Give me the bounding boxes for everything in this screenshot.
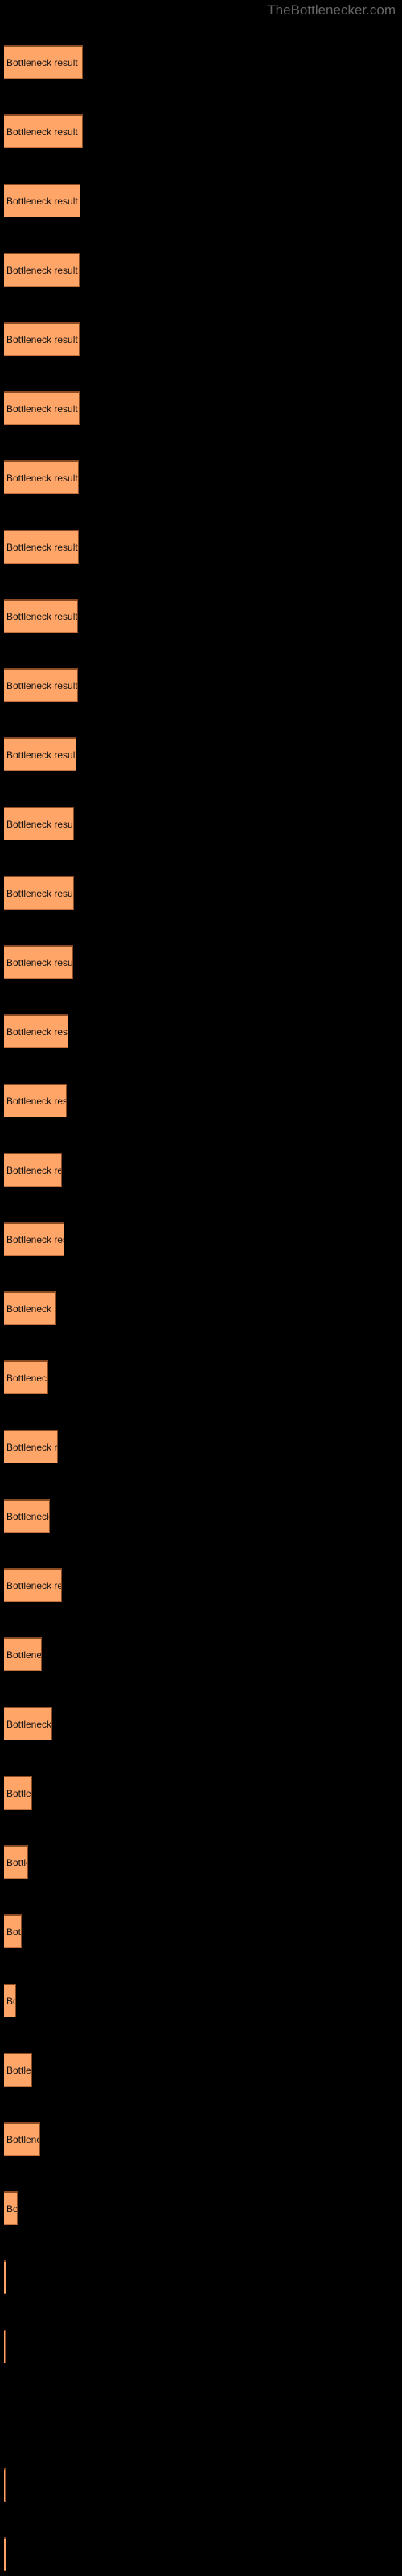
bar-label: Bottleneck result <box>6 126 78 138</box>
bar-label: Bottleneck result <box>6 1718 52 1730</box>
bar-label: Bottleneck result <box>6 2202 18 2215</box>
bar-label: Bottleneck result <box>6 333 78 345</box>
bar-row[interactable]: Bottleneck result <box>4 2330 6 2363</box>
bar-label: Bottleneck result <box>6 1510 50 1522</box>
bar-row[interactable]: Bottleneck result <box>4 1914 22 1948</box>
bar-label: Bottleneck result <box>6 2133 39 2145</box>
bar-label: Bottleneck result <box>6 195 78 207</box>
bar-row[interactable]: Bottleneck result <box>4 1845 28 1879</box>
bar-row[interactable]: Bottleneck result <box>4 2122 40 2156</box>
bar-row[interactable]: Bottleneck result <box>4 322 80 356</box>
bar-row[interactable]: Bottleneck result <box>4 1084 67 1117</box>
bar-row[interactable]: Bottleneck result <box>4 668 78 702</box>
bar-row[interactable]: Bottleneck result <box>4 1776 32 1810</box>
bar-row[interactable]: Bottleneck result <box>4 460 79 494</box>
bar-row[interactable]: Bottleneck result <box>4 876 74 910</box>
bar-label: Bottleneck result <box>6 749 76 761</box>
bar-label: Bottleneck result <box>6 1579 61 1591</box>
bar-label: Bottleneck result <box>6 1441 58 1453</box>
bar-row[interactable]: Bottleneck result <box>4 1499 50 1533</box>
bar-row[interactable]: Bottleneck result <box>4 1153 62 1187</box>
bar-row[interactable]: Bottleneck result <box>4 599 78 633</box>
bar-label: Bottleneck result <box>6 1926 22 1938</box>
bar-label: Bottleneck result <box>6 1302 55 1315</box>
bar-row[interactable]: Bottleneck result <box>4 1291 56 1325</box>
bar-row[interactable]: Bottleneck result <box>4 1222 64 1256</box>
bar-row[interactable]: Bottleneck result <box>4 1014 68 1048</box>
bar-row[interactable]: Bottleneck result <box>4 1707 52 1740</box>
bar-label: Bottleneck result <box>6 472 78 484</box>
bar-label: Bottleneck result <box>6 1372 48 1384</box>
bar-row[interactable]: Bottleneck result <box>4 530 79 564</box>
bar-row[interactable]: Bottleneck result <box>4 253 80 287</box>
bar-label: Bottleneck result <box>6 56 78 68</box>
bottleneck-chart: TheBottlenecker.com Bottleneck result Bot… <box>0 0 402 2576</box>
bar-label: Bottleneck result <box>6 1856 27 1868</box>
bar-row[interactable]: Bottleneck result <box>4 1430 58 1463</box>
bar-label: Bottleneck result <box>6 679 78 691</box>
bar-label: Bottleneck result <box>6 1649 42 1661</box>
bar-row[interactable]: Bottleneck result <box>4 2468 6 2502</box>
bar-list: Bottleneck result Bottleneck result Bottle… <box>0 0 402 2576</box>
bar-row[interactable]: Bottleneck result <box>4 1568 62 1602</box>
bar-label: Bottleneck result <box>6 818 74 830</box>
bar-label: Bottleneck result <box>6 887 74 899</box>
bar-label: Bottleneck result <box>6 610 78 622</box>
bar-row[interactable]: Bottleneck result <box>4 184 80 217</box>
bar-label: Bottleneck result <box>6 264 78 276</box>
bar-row[interactable]: Bottleneck result <box>4 2053 32 2087</box>
bar-row[interactable]: Bottleneck result <box>4 945 73 979</box>
bar-label: Bottleneck result <box>6 402 78 415</box>
bar-row[interactable]: Bottleneck result <box>4 114 83 148</box>
bar-label: Bottleneck result <box>6 1787 31 1799</box>
bar-row[interactable]: Bottleneck result <box>4 2260 6 2294</box>
bar-label: Bottleneck result <box>6 541 78 553</box>
bar-row[interactable]: Bottleneck result <box>4 1360 48 1394</box>
bar-label: Bottleneck result <box>6 1233 64 1245</box>
bar-label: Bottleneck result <box>6 1164 61 1176</box>
bar-row[interactable]: Bottleneck result <box>4 737 76 771</box>
bar-row[interactable]: Bottleneck result <box>4 2191 18 2225</box>
bar-row[interactable]: Bottleneck result <box>4 807 74 840</box>
bar-row[interactable]: Bottleneck result <box>4 1984 16 2017</box>
bar-row[interactable]: Bottleneck result <box>4 2537 6 2571</box>
bar-label: Bottleneck result <box>6 1995 15 2007</box>
bar-row[interactable]: Bottleneck result <box>4 45 83 79</box>
bar-row[interactable]: Bottleneck result <box>4 1637 42 1671</box>
bar-label: Bottleneck result <box>6 1095 67 1107</box>
bar-row[interactable]: Bottleneck result <box>4 391 80 425</box>
bar-label: Bottleneck result <box>6 956 73 968</box>
bar-label: Bottleneck result <box>6 1026 68 1038</box>
bar-label: Bottleneck result <box>6 2064 31 2076</box>
